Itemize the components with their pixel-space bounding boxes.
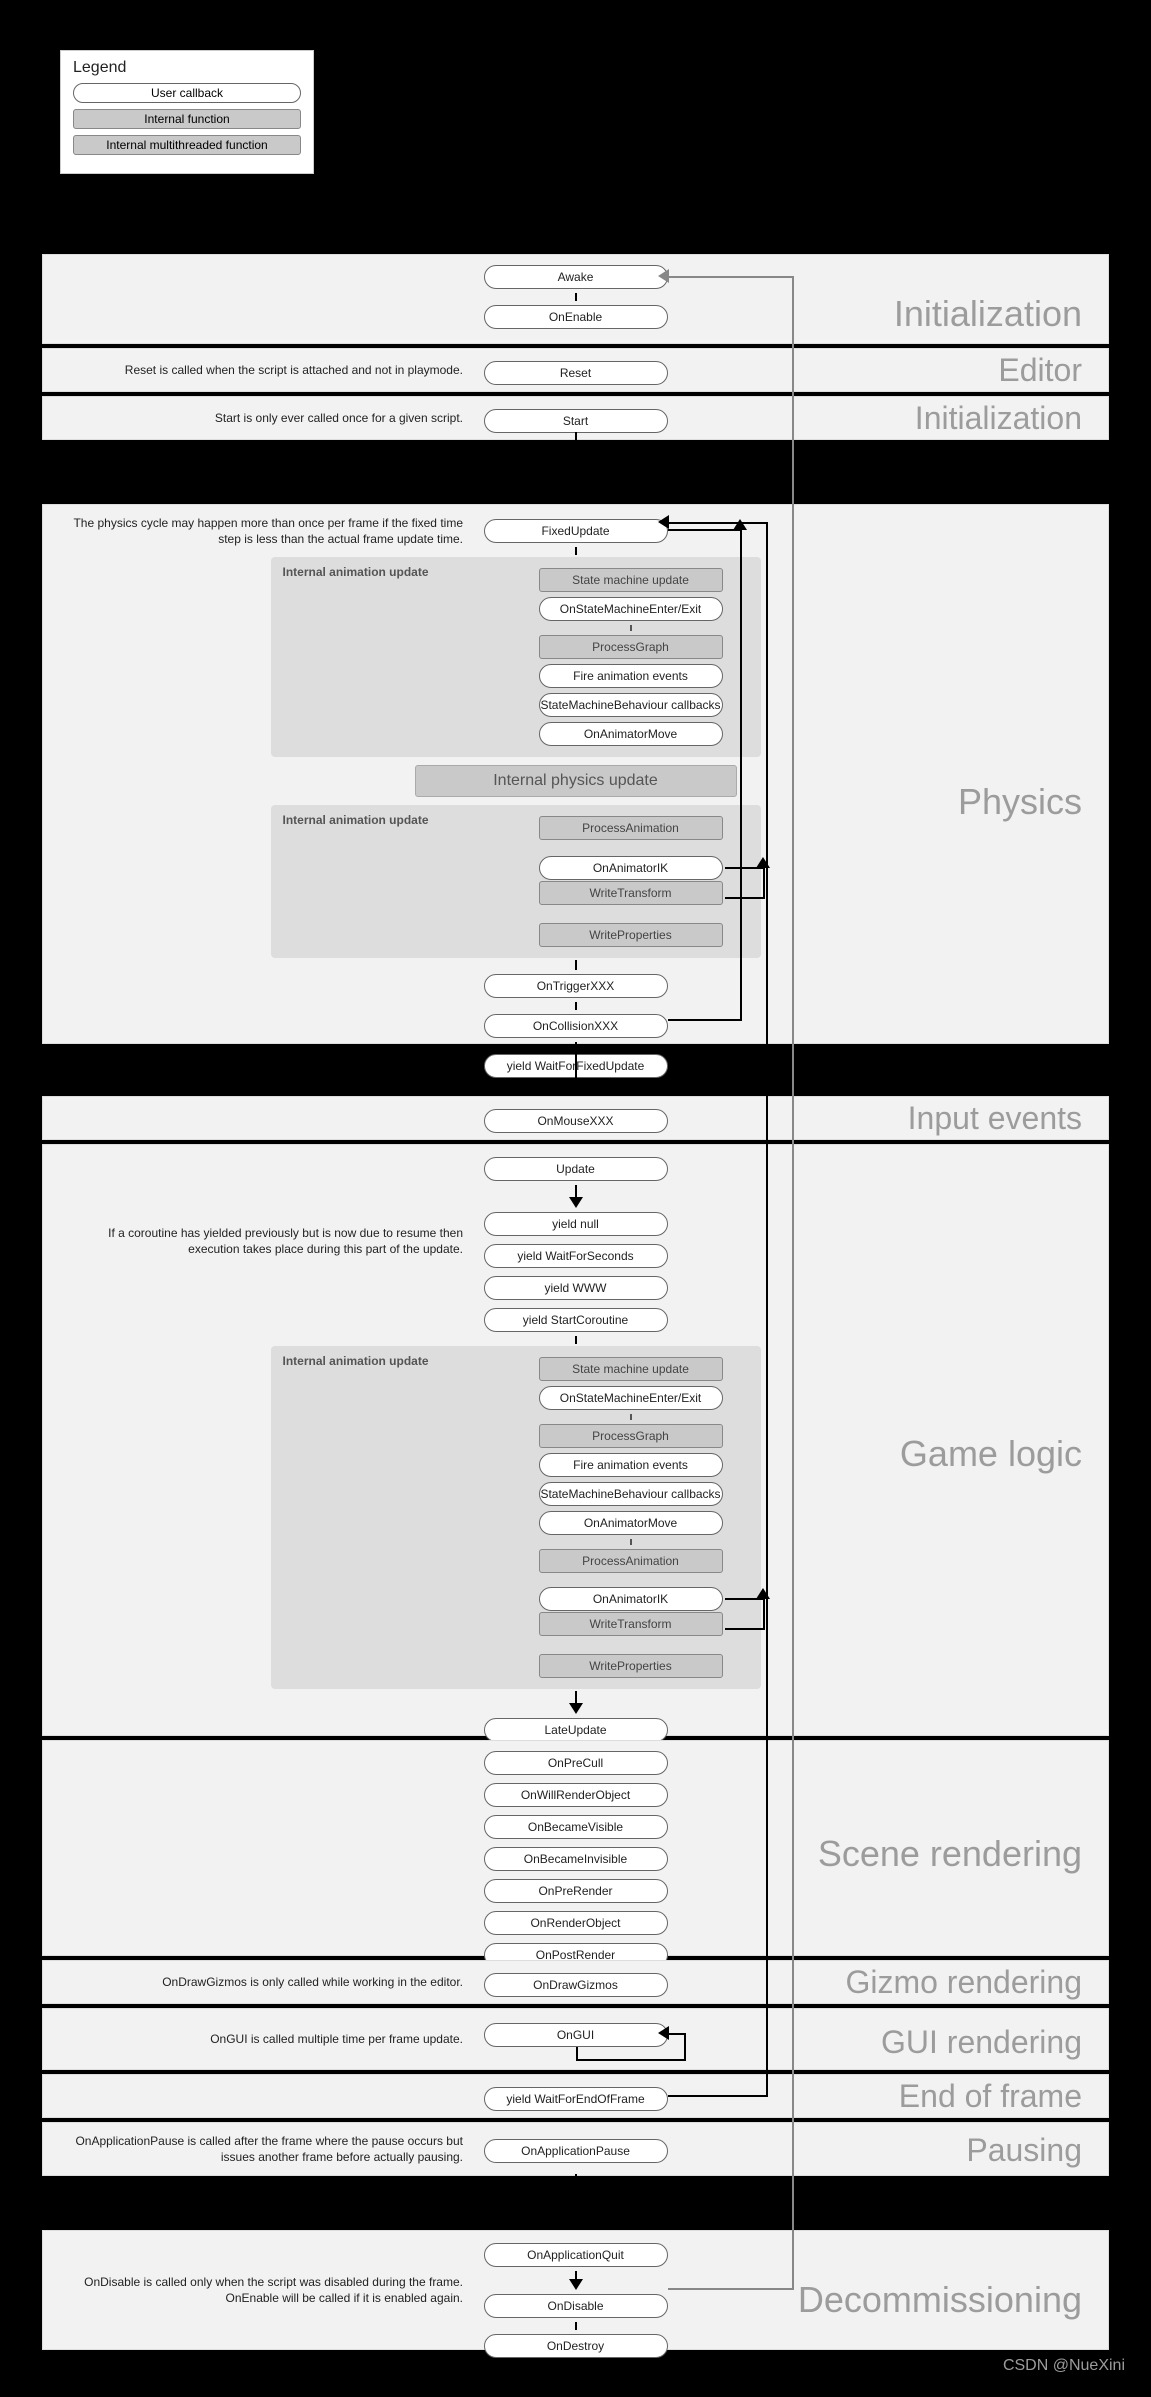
section-gui: GUI rendering OnGUI is called multiple t…	[42, 2008, 1109, 2070]
section-title-physics: Physics	[958, 781, 1082, 823]
node-smb2: StateMachineBehaviour callbacks	[539, 1482, 723, 1506]
node-oaik: OnAnimatorIK	[539, 856, 723, 880]
node-ongui: OnGUI	[484, 2023, 668, 2047]
bar-internal-physics: Internal physics update	[415, 765, 737, 797]
legend-panel: Legend User callback Internal function I…	[60, 50, 314, 174]
node-ywww: yield WWW	[484, 1276, 668, 1300]
legend-internal-pill: Internal function	[73, 109, 301, 129]
section-scene: Scene rendering OnPreCull OnWillRenderOb…	[42, 1740, 1109, 1956]
legend-user-pill: User callback	[73, 83, 301, 103]
node-owro: OnWillRenderObject	[484, 1783, 668, 1807]
node-oro: OnRenderObject	[484, 1911, 668, 1935]
node-oam2: OnAnimatorMove	[539, 1511, 723, 1535]
node-odis: OnDisable	[484, 2294, 668, 2318]
node-obi: OnBecameInvisible	[484, 1847, 668, 1871]
node-wp: WriteProperties	[539, 923, 723, 947]
section-game: Game logic If a coroutine has yielded pr…	[42, 1144, 1109, 1736]
node-wp2: WriteProperties	[539, 1654, 723, 1678]
group-title-iau2: Internal animation update	[283, 813, 429, 827]
section-title-gui: GUI rendering	[881, 2024, 1082, 2061]
watermark: CSDN @NueXini	[1003, 2357, 1125, 2375]
node-oaq: OnApplicationQuit	[484, 2243, 668, 2267]
section-decom: Decommissioning OnDisable is called only…	[42, 2230, 1109, 2350]
caption-reset: Reset is called when the script is attac…	[63, 362, 463, 378]
node-ynull: yield null	[484, 1212, 668, 1236]
section-title-init2: Initialization	[915, 400, 1082, 437]
node-oprecull: OnPreCull	[484, 1751, 668, 1775]
node-oam: OnAnimatorMove	[539, 722, 723, 746]
node-smb: StateMachineBehaviour callbacks	[539, 693, 723, 717]
node-smu2: State machine update	[539, 1357, 723, 1381]
node-wt: WriteTransform	[539, 881, 723, 905]
node-obv: OnBecameVisible	[484, 1815, 668, 1839]
caption-pause: OnApplicationPause is called after the f…	[63, 2133, 463, 2165]
node-odg: OnDrawGizmos	[484, 1973, 668, 1997]
group-title-iau3: Internal animation update	[283, 1354, 429, 1368]
section-title-pause: Pausing	[966, 2132, 1082, 2169]
caption-gui: OnGUI is called multiple time per frame …	[63, 2031, 463, 2047]
connector-line	[575, 432, 577, 504]
section-title-eof: End of frame	[899, 2078, 1082, 2115]
node-odes: OnDestroy	[484, 2334, 668, 2358]
node-fae: Fire animation events	[539, 664, 723, 688]
node-osme2: OnStateMachineEnter/Exit	[539, 1386, 723, 1410]
legend-title: Legend	[73, 59, 301, 77]
section-title-game: Game logic	[900, 1433, 1082, 1475]
section-pause: Pausing OnApplicationPause is called aft…	[42, 2122, 1109, 2176]
group-internal-animation-3: Internal animation update State machine …	[271, 1346, 761, 1689]
node-ontrigger: OnTriggerXXX	[484, 974, 668, 998]
group-internal-animation-2: Internal animation update ProcessAnimati…	[271, 805, 761, 958]
node-oap: OnApplicationPause	[484, 2139, 668, 2163]
section-eof: End of frame yield WaitForEndOfFrame	[42, 2074, 1109, 2118]
node-oaik2: OnAnimatorIK	[539, 1587, 723, 1611]
node-ywfeof: yield WaitForEndOfFrame	[484, 2087, 668, 2111]
section-title-decom: Decommissioning	[798, 2279, 1082, 2321]
node-update: Update	[484, 1157, 668, 1181]
node-wt2: WriteTransform	[539, 1612, 723, 1636]
node-fixedupdate: FixedUpdate	[484, 519, 668, 543]
group-internal-animation-1: Internal animation update State machine …	[271, 557, 761, 757]
caption-gizmo: OnDrawGizmos is only called while workin…	[63, 1974, 463, 1990]
node-onmouse: OnMouseXXX	[484, 1109, 668, 1133]
node-lateupdate: LateUpdate	[484, 1718, 668, 1742]
legend-mt-pill: Internal multithreaded function	[73, 135, 301, 155]
section-title-init: Initialization	[894, 293, 1082, 335]
section-editor: Editor Reset is called when the script i…	[42, 348, 1109, 392]
section-title-editor: Editor	[998, 352, 1082, 389]
caption-disable: OnDisable is called only when the script…	[63, 2274, 463, 2306]
section-title-scene: Scene rendering	[818, 1833, 1082, 1875]
node-pg2: ProcessGraph	[539, 1424, 723, 1448]
node-awake: Awake	[484, 265, 668, 289]
node-fae2: Fire animation events	[539, 1453, 723, 1477]
node-pg: ProcessGraph	[539, 635, 723, 659]
section-title-gizmo: Gizmo rendering	[845, 1964, 1082, 2001]
node-reset: Reset	[484, 361, 668, 385]
connector	[575, 293, 577, 301]
section-physics: Physics The physics cycle may happen mor…	[42, 504, 1109, 1044]
section-initialization: Initialization Awake OnEnable	[42, 254, 1109, 344]
group-title-iau1: Internal animation update	[283, 565, 429, 579]
node-osme: OnStateMachineEnter/Exit	[539, 597, 723, 621]
node-ywfs: yield WaitForSeconds	[484, 1244, 668, 1268]
node-smu: State machine update	[539, 568, 723, 592]
node-onenable: OnEnable	[484, 305, 668, 329]
node-ysc: yield StartCoroutine	[484, 1308, 668, 1332]
section-title-input: Input events	[908, 1100, 1082, 1137]
node-pa: ProcessAnimation	[539, 816, 723, 840]
caption-start: Start is only ever called once for a giv…	[63, 410, 463, 426]
section-gizmo: Gizmo rendering OnDrawGizmos is only cal…	[42, 1960, 1109, 2004]
node-pa2: ProcessAnimation	[539, 1549, 723, 1573]
section-input: Input events OnMouseXXX	[42, 1096, 1109, 1140]
node-oncollision: OnCollisionXXX	[484, 1014, 668, 1038]
node-oprer: OnPreRender	[484, 1879, 668, 1903]
node-start: Start	[484, 409, 668, 433]
